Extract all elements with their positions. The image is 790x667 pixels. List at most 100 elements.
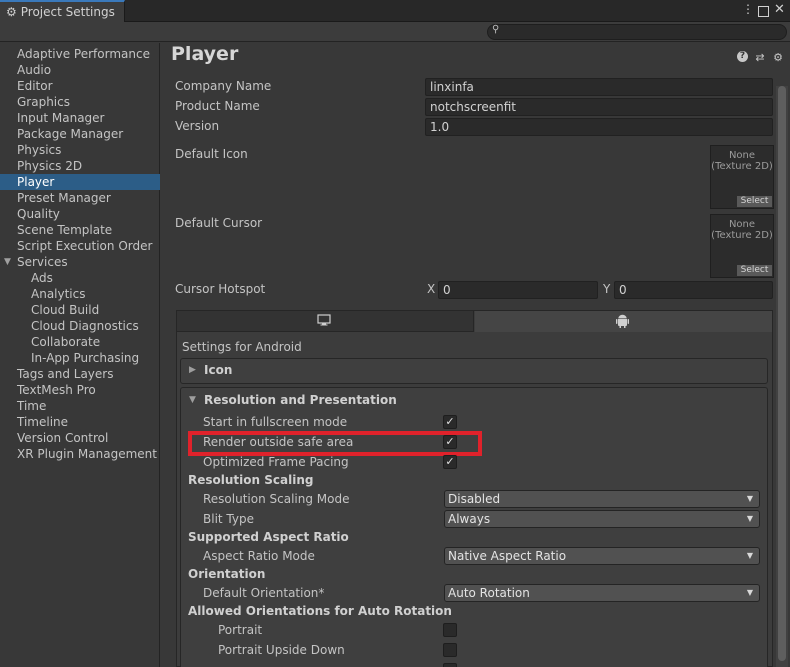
dropdown-value: Auto Rotation: [448, 586, 530, 600]
resolution-scaling-mode-dropdown[interactable]: Disabled ▼: [444, 490, 760, 508]
sidebar-item-ads[interactable]: Ads: [0, 270, 160, 286]
page-title: Player: [171, 43, 239, 65]
settings-icon[interactable]: ⚙: [772, 51, 784, 64]
default-orientation-label: Default Orientation*: [203, 586, 325, 600]
orientation-header: Orientation: [188, 567, 266, 581]
select-button[interactable]: Select: [737, 265, 772, 276]
sidebar-item-input-manager[interactable]: Input Manager: [0, 110, 160, 126]
slot-none-text: None: [728, 150, 756, 161]
start-fullscreen-checkbox[interactable]: ✓: [443, 415, 457, 429]
sidebar-item-editor[interactable]: Editor: [0, 78, 160, 94]
vertical-scrollbar[interactable]: [776, 86, 788, 667]
version-field[interactable]: 1.0: [425, 118, 773, 136]
sidebar-item-script-execution-order[interactable]: Script Execution Order: [0, 238, 160, 254]
resolution-scaling-header: Resolution Scaling: [188, 473, 314, 487]
blit-type-dropdown[interactable]: Always ▼: [444, 510, 760, 528]
resolution-section-header[interactable]: Resolution and Presentation: [204, 393, 397, 407]
sidebar-item-xr-plugin-management[interactable]: XR Plugin Management: [0, 446, 160, 462]
header-icons: ? ⇄ ⚙: [737, 51, 784, 64]
more-options-icon[interactable]: ⋮: [742, 2, 754, 16]
portrait-upside-down-label: Portrait Upside Down: [218, 643, 345, 657]
default-cursor-label: Default Cursor: [175, 216, 263, 230]
sidebar-item-cloud-build[interactable]: Cloud Build: [0, 302, 160, 318]
product-name-field[interactable]: notchscreenfit: [425, 98, 773, 116]
sidebar-item-label: Services: [17, 255, 68, 269]
sidebar-item-graphics[interactable]: Graphics: [0, 94, 160, 110]
hotspot-x-label: X: [427, 282, 436, 296]
sidebar-item-timeline[interactable]: Timeline: [0, 414, 160, 430]
scrollbar-thumb[interactable]: [778, 86, 786, 661]
sidebar-item-services[interactable]: ▼ Services: [0, 254, 160, 270]
chevron-down-icon: ▼: [746, 494, 753, 503]
default-icon-label: Default Icon: [175, 147, 248, 161]
maximize-icon[interactable]: [758, 6, 769, 17]
chevron-down-icon: ▼: [746, 588, 753, 597]
close-icon[interactable]: ✕: [774, 2, 785, 17]
expanded-arrow-icon[interactable]: ▼: [189, 395, 196, 405]
sidebar-item-preset-manager[interactable]: Preset Manager: [0, 190, 160, 206]
dropdown-value: Disabled: [448, 492, 501, 506]
presets-icon[interactable]: ⇄: [754, 51, 766, 64]
portrait-label: Portrait: [218, 623, 263, 637]
android-icon: [616, 314, 629, 331]
dropdown-value: Native Aspect Ratio: [448, 549, 567, 563]
hotspot-x-field[interactable]: 0: [438, 281, 598, 299]
help-icon[interactable]: ?: [737, 51, 748, 62]
slot-type-text: (Texture 2D): [711, 230, 773, 241]
sidebar-item-analytics[interactable]: Analytics: [0, 286, 160, 302]
sidebar-item-version-control[interactable]: Version Control: [0, 430, 160, 446]
chevron-down-icon: ▼: [746, 514, 753, 523]
search-input[interactable]: ⚲: [487, 24, 787, 40]
default-orientation-dropdown[interactable]: Auto Rotation ▼: [444, 584, 760, 602]
slot-none-text: None: [728, 219, 756, 230]
sidebar-item-package-manager[interactable]: Package Manager: [0, 126, 160, 142]
sidebar-item-adaptive-performance[interactable]: Adaptive Performance: [0, 46, 160, 62]
icon-foldout[interactable]: [180, 358, 768, 384]
window-tab[interactable]: ⚙ Project Settings: [0, 0, 125, 22]
icon-section-header[interactable]: Icon: [204, 363, 232, 377]
sidebar-item-collaborate[interactable]: Collaborate: [0, 334, 160, 350]
select-button[interactable]: Select: [737, 196, 772, 207]
company-name-label: Company Name: [175, 79, 272, 93]
default-icon-slot[interactable]: None (Texture 2D) Select: [710, 145, 774, 209]
portrait-upside-down-checkbox[interactable]: [443, 643, 457, 657]
collapsed-arrow-icon[interactable]: ▶: [189, 365, 196, 375]
dropdown-value: Always: [448, 512, 491, 526]
aspect-ratio-mode-dropdown[interactable]: Native Aspect Ratio ▼: [444, 547, 760, 565]
tab-desktop[interactable]: [177, 311, 474, 332]
expand-arrow-icon[interactable]: ▼: [4, 254, 11, 270]
default-cursor-slot[interactable]: None (Texture 2D) Select: [710, 214, 774, 278]
sidebar-item-player[interactable]: Player: [0, 174, 160, 190]
sidebar-item-physics-2d[interactable]: Physics 2D: [0, 158, 160, 174]
sidebar-item-quality[interactable]: Quality: [0, 206, 160, 222]
hotspot-y-field[interactable]: 0: [614, 281, 773, 299]
company-name-field[interactable]: linxinfa: [425, 78, 773, 96]
sidebar-item-textmesh-pro[interactable]: TextMesh Pro: [0, 382, 160, 398]
sidebar-item-audio[interactable]: Audio: [0, 62, 160, 78]
slot-text: None (Texture 2D): [711, 219, 773, 241]
tab-android[interactable]: [475, 311, 772, 332]
desktop-icon: [317, 314, 331, 329]
sidebar-item-physics[interactable]: Physics: [0, 142, 160, 158]
window-tab-title: Project Settings: [20, 5, 115, 19]
aspect-ratio-mode-label: Aspect Ratio Mode: [203, 549, 315, 563]
optimized-frame-pacing-label: Optimized Frame Pacing: [203, 455, 349, 469]
sidebar-item-cloud-diagnostics[interactable]: Cloud Diagnostics: [0, 318, 160, 334]
portrait-checkbox[interactable]: [443, 623, 457, 637]
slot-type-text: (Texture 2D): [711, 161, 773, 172]
version-label: Version: [175, 119, 220, 133]
allowed-orientations-header: Allowed Orientations for Auto Rotation: [188, 604, 452, 618]
sidebar-item-tags-and-layers[interactable]: Tags and Layers: [0, 366, 160, 382]
settings-sidebar: Adaptive Performance Audio Editor Graphi…: [0, 43, 160, 667]
landscape-left-checkbox[interactable]: [443, 663, 457, 667]
sidebar-item-time[interactable]: Time: [0, 398, 160, 414]
window-titlebar: ⚙ Project Settings ⋮ ✕: [0, 0, 790, 22]
search-icon: ⚲: [492, 24, 500, 35]
settings-toolbar: ⚲: [0, 22, 790, 42]
optimized-frame-pacing-checkbox[interactable]: ✓: [443, 455, 457, 469]
sidebar-item-in-app-purchasing[interactable]: In-App Purchasing: [0, 350, 160, 366]
hotspot-y-label: Y: [603, 282, 611, 296]
highlight-box: [188, 431, 482, 456]
start-fullscreen-label: Start in fullscreen mode: [203, 415, 348, 429]
sidebar-item-scene-template[interactable]: Scene Template: [0, 222, 160, 238]
